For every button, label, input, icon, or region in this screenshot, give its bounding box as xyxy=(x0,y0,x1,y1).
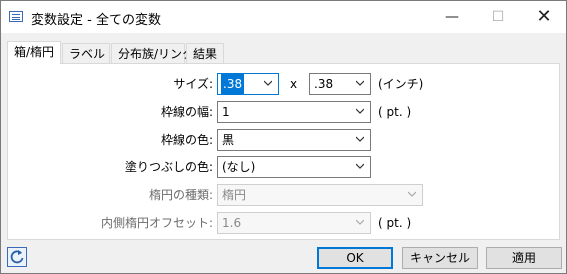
border-color-combo[interactable]: 黒 xyxy=(217,129,371,151)
window-title: 変数設定 - 全ての変数 xyxy=(31,13,161,28)
tab-box-ellipse[interactable]: 箱/楕円 xyxy=(7,41,61,64)
border-width-label: 枠線の幅: xyxy=(160,105,213,119)
size-separator: x xyxy=(290,77,298,91)
maximize-button[interactable]: ☐ xyxy=(475,1,521,33)
tab-distribution-link-label: 分布族/リンク xyxy=(118,47,195,61)
size-width-value: .38 xyxy=(221,74,245,94)
size-height-combo[interactable]: .38 xyxy=(309,73,371,95)
chevron-down-icon xyxy=(264,80,272,86)
ellipse-type-combo[interactable]: 楕円 xyxy=(217,184,423,206)
size-unit-label: (インチ) xyxy=(378,77,424,91)
fill-color-label: 塗りつぶしの色: xyxy=(124,160,213,174)
fill-color-combo[interactable]: (なし) xyxy=(217,156,371,178)
ellipse-type-value: 楕円 xyxy=(222,188,247,202)
border-color-label: 枠線の色: xyxy=(160,133,213,147)
chevron-down-icon xyxy=(356,108,364,114)
size-height-value: .38 xyxy=(314,77,334,91)
fill-color-value: (なし) xyxy=(222,160,256,174)
border-width-value: 1 xyxy=(222,105,230,119)
chevron-down-icon xyxy=(356,80,364,86)
apply-button[interactable]: 適用 xyxy=(486,247,562,269)
close-button[interactable]: ✕ xyxy=(521,1,567,33)
cancel-button[interactable]: キャンセル xyxy=(402,247,478,269)
border-color-value: 黒 xyxy=(222,133,235,147)
chevron-down-icon xyxy=(408,191,416,197)
dialog-window: 変数設定 - 全ての変数 — ☐ ✕ 箱/楕円 ラベル 分布族/リンク 結果 サ… xyxy=(0,0,567,274)
title-bar: 変数設定 - 全ての変数 — ☐ ✕ xyxy=(1,1,566,33)
window-app-icon xyxy=(9,11,23,22)
border-width-combo[interactable]: 1 xyxy=(217,101,371,123)
settings-panel: サイズ: .38 x .38 (インチ) 枠線の幅: 1 ( pt. ) 枠線の… xyxy=(7,63,560,240)
chevron-down-icon xyxy=(356,136,364,142)
ellipse-type-label: 楕円の種類: xyxy=(148,188,213,202)
tab-label[interactable]: ラベル xyxy=(62,43,110,63)
inner-offset-combo[interactable]: 1.6 xyxy=(217,212,371,234)
inner-offset-unit: ( pt. ) xyxy=(378,216,412,230)
size-label: サイズ: xyxy=(173,77,213,91)
chevron-down-icon xyxy=(356,163,364,169)
inner-offset-label: 内側楕円オフセット: xyxy=(100,216,213,230)
size-width-combo[interactable]: .38 xyxy=(217,73,279,95)
border-width-unit: ( pt. ) xyxy=(378,105,412,119)
ok-button[interactable]: OK xyxy=(317,247,393,269)
tab-results[interactable]: 結果 xyxy=(186,43,224,63)
chevron-down-icon xyxy=(356,219,364,225)
tab-distribution-link[interactable]: 分布族/リンク xyxy=(111,43,194,63)
inner-offset-value: 1.6 xyxy=(222,216,242,230)
refresh-button[interactable] xyxy=(7,247,27,267)
refresh-icon xyxy=(10,250,24,264)
minimize-button[interactable]: — xyxy=(429,1,475,33)
